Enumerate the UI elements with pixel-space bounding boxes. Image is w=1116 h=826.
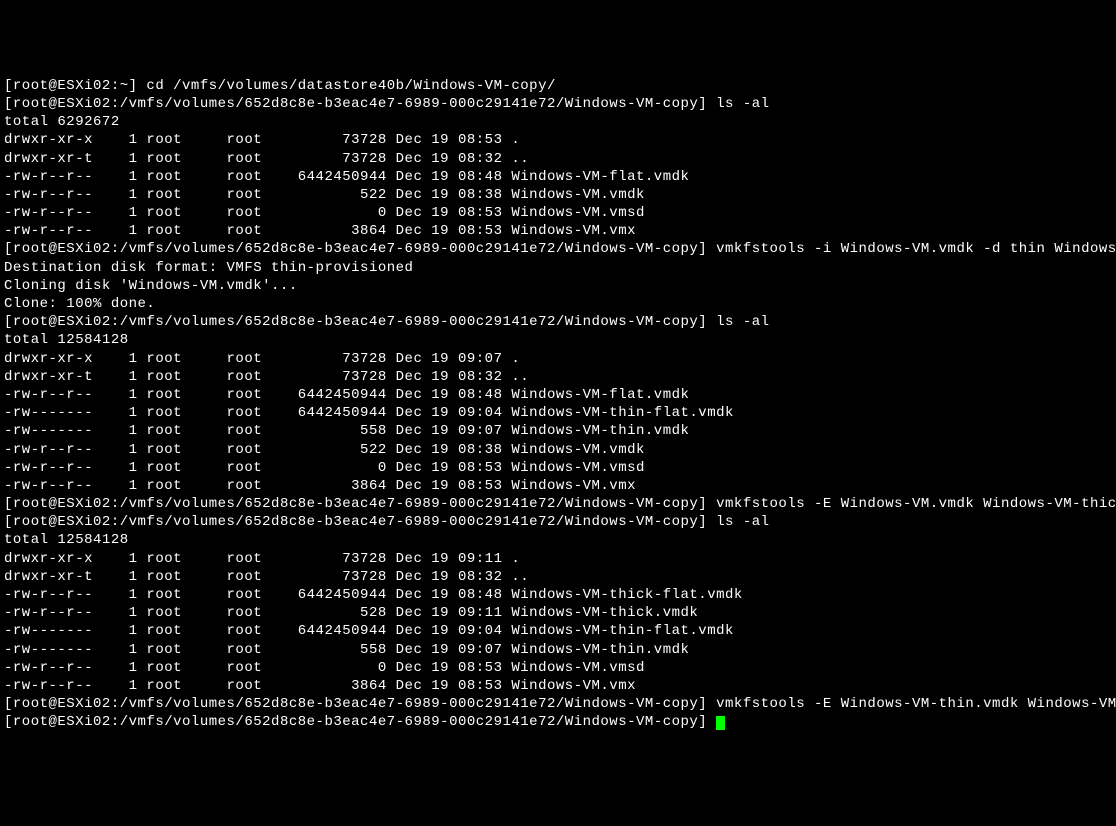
terminal-line: -rw------- 1 root root 558 Dec 19 09:07 … bbox=[4, 641, 1116, 659]
terminal-line: total 6292672 bbox=[4, 113, 1116, 131]
terminal-line: Clone: 100% done. bbox=[4, 295, 1116, 313]
terminal-line: -rw-r--r-- 1 root root 3864 Dec 19 08:53… bbox=[4, 477, 1116, 495]
terminal-line: -rw-r--r-- 1 root root 0 Dec 19 08:53 Wi… bbox=[4, 204, 1116, 222]
terminal-line: [root@ESXi02:/vmfs/volumes/652d8c8e-b3ea… bbox=[4, 95, 1116, 113]
terminal-line: -rw-r--r-- 1 root root 3864 Dec 19 08:53… bbox=[4, 677, 1116, 695]
terminal-line: -rw-r--r-- 1 root root 528 Dec 19 09:11 … bbox=[4, 604, 1116, 622]
terminal-line: drwxr-xr-x 1 root root 73728 Dec 19 09:0… bbox=[4, 350, 1116, 368]
terminal-line: [root@ESXi02:/vmfs/volumes/652d8c8e-b3ea… bbox=[4, 240, 1116, 258]
terminal-line: -rw-r--r-- 1 root root 522 Dec 19 08:38 … bbox=[4, 186, 1116, 204]
terminal-line: drwxr-xr-t 1 root root 73728 Dec 19 08:3… bbox=[4, 368, 1116, 386]
cursor-icon bbox=[716, 716, 725, 730]
terminal-line: -rw-r--r-- 1 root root 6442450944 Dec 19… bbox=[4, 586, 1116, 604]
terminal-output[interactable]: [root@ESXi02:~] cd /vmfs/volumes/datasto… bbox=[4, 77, 1116, 732]
terminal-line: drwxr-xr-x 1 root root 73728 Dec 19 09:1… bbox=[4, 550, 1116, 568]
terminal-line: -rw------- 1 root root 6442450944 Dec 19… bbox=[4, 404, 1116, 422]
terminal-line: -rw-r--r-- 1 root root 6442450944 Dec 19… bbox=[4, 386, 1116, 404]
terminal-line: -rw-r--r-- 1 root root 0 Dec 19 08:53 Wi… bbox=[4, 659, 1116, 677]
terminal-line: -rw-r--r-- 1 root root 522 Dec 19 08:38 … bbox=[4, 441, 1116, 459]
prompt-text: [root@ESXi02:/vmfs/volumes/652d8c8e-b3ea… bbox=[4, 714, 716, 730]
terminal-line: Destination disk format: VMFS thin-provi… bbox=[4, 259, 1116, 277]
terminal-line: -rw-r--r-- 1 root root 3864 Dec 19 08:53… bbox=[4, 222, 1116, 240]
terminal-line: -rw------- 1 root root 558 Dec 19 09:07 … bbox=[4, 422, 1116, 440]
terminal-line: drwxr-xr-t 1 root root 73728 Dec 19 08:3… bbox=[4, 568, 1116, 586]
terminal-line: [root@ESXi02:/vmfs/volumes/652d8c8e-b3ea… bbox=[4, 513, 1116, 531]
terminal-line: -rw-r--r-- 1 root root 6442450944 Dec 19… bbox=[4, 168, 1116, 186]
terminal-line: total 12584128 bbox=[4, 531, 1116, 549]
terminal-line: drwxr-xr-t 1 root root 73728 Dec 19 08:3… bbox=[4, 150, 1116, 168]
terminal-line: [root@ESXi02:/vmfs/volumes/652d8c8e-b3ea… bbox=[4, 695, 1116, 713]
terminal-line: total 12584128 bbox=[4, 331, 1116, 349]
terminal-line: drwxr-xr-x 1 root root 73728 Dec 19 08:5… bbox=[4, 131, 1116, 149]
terminal-line: -rw------- 1 root root 6442450944 Dec 19… bbox=[4, 622, 1116, 640]
terminal-line: [root@ESXi02:~] cd /vmfs/volumes/datasto… bbox=[4, 77, 1116, 95]
terminal-line: [root@ESXi02:/vmfs/volumes/652d8c8e-b3ea… bbox=[4, 495, 1116, 513]
terminal-prompt-line[interactable]: [root@ESXi02:/vmfs/volumes/652d8c8e-b3ea… bbox=[4, 713, 1116, 731]
terminal-line: Cloning disk 'Windows-VM.vmdk'... bbox=[4, 277, 1116, 295]
terminal-line: -rw-r--r-- 1 root root 0 Dec 19 08:53 Wi… bbox=[4, 459, 1116, 477]
terminal-line: [root@ESXi02:/vmfs/volumes/652d8c8e-b3ea… bbox=[4, 313, 1116, 331]
